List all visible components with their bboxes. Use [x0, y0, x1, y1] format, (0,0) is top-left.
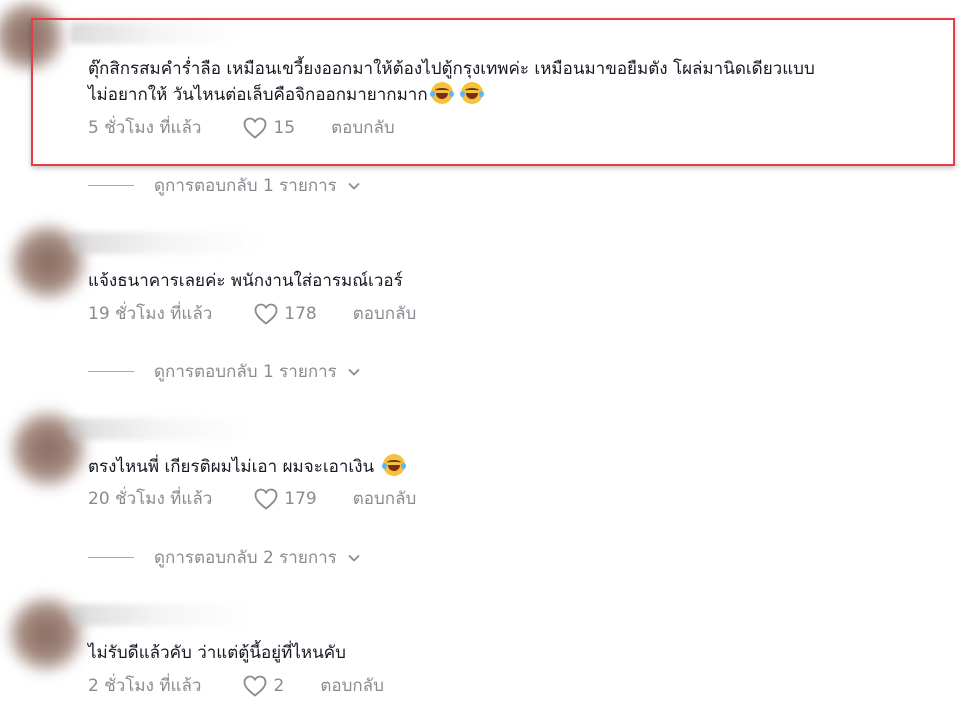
chevron-down-icon: [348, 182, 360, 190]
view-replies-label: ดูการตอบกลับ 2 รายการ: [154, 548, 337, 568]
divider-line: [88, 371, 134, 372]
comment-text: ไม่รับดีแล้วคับ ว่าแต่ตู้นี้อยู่ที่ไหนคั…: [88, 643, 346, 663]
like-button[interactable]: 178: [254, 303, 317, 325]
comment-meta: 19 ชั่วโมง ที่แล้ว 178 ตอบกลับ: [88, 300, 416, 327]
like-button[interactable]: 179: [254, 488, 317, 510]
highlight-box: [31, 18, 955, 166]
like-button[interactable]: 2: [243, 675, 284, 697]
reply-button[interactable]: ตอบกลับ: [353, 485, 417, 512]
like-count: 179: [284, 488, 317, 509]
chevron-down-icon: [348, 368, 360, 376]
username-redacted[interactable]: [70, 604, 250, 626]
heart-outline-icon: [254, 303, 278, 325]
comment-text: แจ้งธนาคารเลยค่ะ พนักงานใส่อารมณ์เวอร์: [88, 271, 403, 291]
heart-outline-icon: [244, 675, 267, 697]
comment-meta: 20 ชั่วโมง ที่แล้ว 179 ตอบกลับ: [88, 485, 416, 512]
timestamp: 20 ชั่วโมง ที่แล้ว: [88, 489, 213, 509]
reply-button[interactable]: ตอบกลับ: [320, 672, 384, 699]
view-replies-button[interactable]: ดูการตอบกลับ 1 รายการ: [88, 358, 361, 385]
comment-meta: 2 ชั่วโมง ที่แล้ว 2 ตอบกลับ: [88, 672, 384, 699]
username-redacted[interactable]: [70, 232, 260, 254]
view-replies-button[interactable]: ดูการตอบกลับ 2 รายการ: [88, 544, 361, 571]
comment-text: ตรงไหนพี่ เกียรติผมไม่เอา ผมจะเอาเงิน: [88, 454, 406, 480]
laughing-emoji-icon: [381, 454, 406, 476]
username-redacted[interactable]: [68, 418, 248, 440]
like-count: 2: [273, 675, 285, 696]
timestamp: 19 ชั่วโมง ที่แล้ว: [88, 304, 213, 324]
view-replies-label: ดูการตอบกลับ 1 รายการ: [154, 176, 337, 196]
comment-text-content: ตรงไหนพี่ เกียรติผมไม่เอา ผมจะเอาเงิน: [88, 457, 375, 477]
like-count: 178: [284, 303, 317, 324]
divider-line: [88, 185, 134, 186]
heart-outline-icon: [254, 488, 278, 510]
timestamp: 2 ชั่วโมง ที่แล้ว: [88, 676, 202, 696]
chevron-down-icon: [348, 554, 360, 562]
divider-line: [88, 557, 134, 558]
reply-button[interactable]: ตอบกลับ: [353, 300, 417, 327]
view-replies-label: ดูการตอบกลับ 1 รายการ: [154, 362, 337, 382]
view-replies-button[interactable]: ดูการตอบกลับ 1 รายการ: [88, 172, 361, 199]
